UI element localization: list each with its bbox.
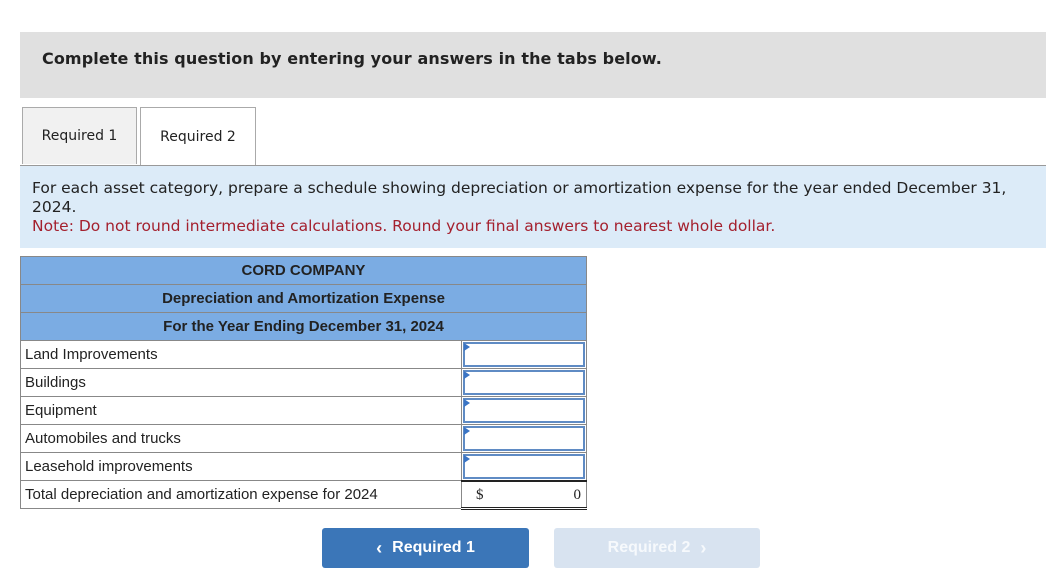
- instructions-text: For each asset category, prepare a sched…: [32, 179, 1006, 217]
- next-required-2-button[interactable]: Required 2 ›: [554, 528, 760, 568]
- row-label: Buildings: [20, 368, 462, 397]
- instructions-line-1: For each asset category, prepare a sched…: [32, 179, 1007, 197]
- tab-required-2[interactable]: Required 2: [140, 107, 256, 166]
- prev-required-1-button[interactable]: ‹ Required 1: [322, 528, 529, 568]
- row-label: Leasehold improvements: [20, 452, 462, 481]
- input-cell: [461, 340, 587, 369]
- input-cell: [461, 452, 587, 481]
- company-name: CORD COMPANY: [20, 256, 587, 285]
- table-row: Land Improvements: [20, 340, 587, 369]
- row-label: Land Improvements: [20, 340, 462, 369]
- row-label: Automobiles and trucks: [20, 424, 462, 453]
- input-cell: [461, 396, 587, 425]
- total-row: Total depreciation and amortization expe…: [20, 479, 587, 510]
- table-row: Equipment: [20, 396, 587, 425]
- instructions-note: Note: Do not round intermediate calculat…: [32, 217, 776, 235]
- buildings-input[interactable]: [463, 370, 585, 395]
- chevron-right-icon: ›: [700, 537, 707, 558]
- currency-symbol: $: [476, 486, 484, 503]
- instruction-banner: Complete this question by entering your …: [20, 32, 1046, 98]
- input-cell: [461, 368, 587, 397]
- chevron-left-icon: ‹: [376, 537, 383, 558]
- total-label: Total depreciation and amortization expe…: [20, 480, 462, 509]
- tab-required-1[interactable]: Required 1: [22, 107, 137, 164]
- leasehold-improvements-input[interactable]: [463, 454, 585, 479]
- header-row-title: Depreciation and Amortization Expense: [20, 284, 587, 313]
- total-cell: $ 0: [461, 479, 587, 510]
- depreciation-schedule-table: CORD COMPANY Depreciation and Amortizati…: [20, 256, 587, 510]
- header-row-period: For the Year Ending December 31, 2024: [20, 312, 587, 341]
- table-row: Buildings: [20, 368, 587, 397]
- schedule-title: Depreciation and Amortization Expense: [20, 284, 587, 313]
- land-improvements-input[interactable]: [463, 342, 585, 367]
- next-button-label: Required 2: [607, 539, 691, 556]
- row-label: Equipment: [20, 396, 462, 425]
- instructions-panel: For each asset category, prepare a sched…: [20, 166, 1046, 248]
- input-cell: [461, 424, 587, 453]
- table-row: Automobiles and trucks: [20, 424, 587, 453]
- schedule-period: For the Year Ending December 31, 2024: [20, 312, 587, 341]
- equipment-input[interactable]: [463, 398, 585, 423]
- total-value: 0: [573, 486, 582, 503]
- table-row: Leasehold improvements: [20, 452, 587, 481]
- header-row-company: CORD COMPANY: [20, 256, 587, 285]
- automobiles-trucks-input[interactable]: [463, 426, 585, 451]
- instructions-line-2: 2024.: [32, 198, 77, 216]
- banner-text: Complete this question by entering your …: [42, 49, 662, 68]
- prev-button-label: Required 1: [392, 539, 475, 556]
